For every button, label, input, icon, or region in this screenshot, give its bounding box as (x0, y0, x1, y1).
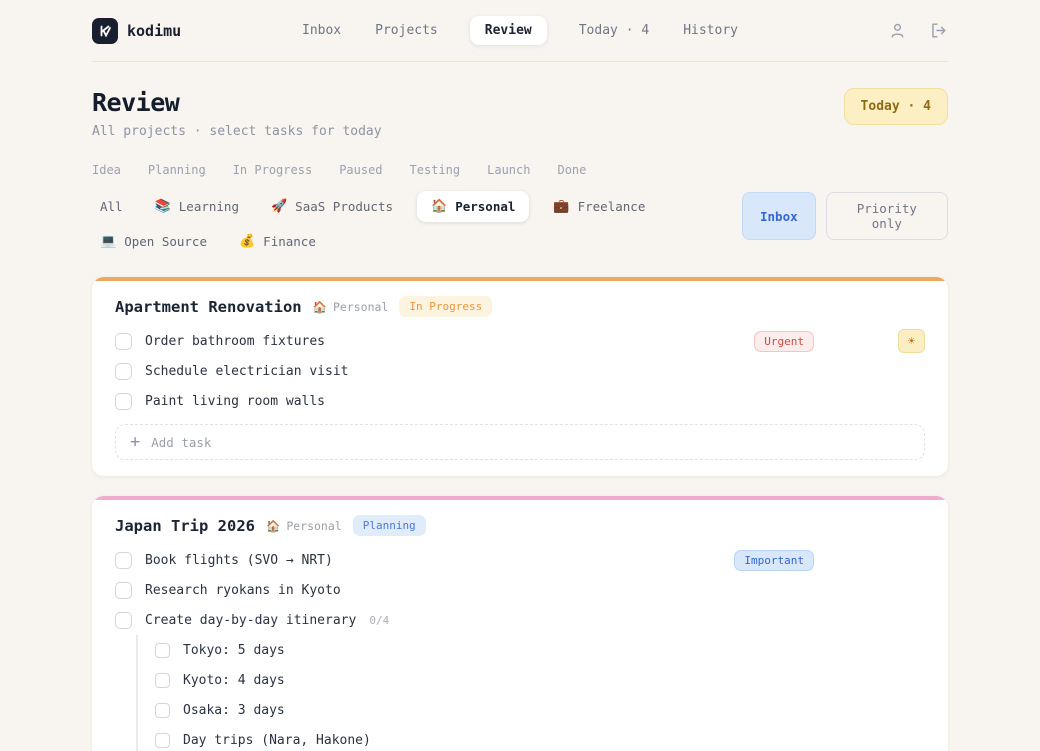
nav-item-projects[interactable]: Projects (373, 16, 440, 45)
task-checkbox[interactable] (115, 612, 132, 629)
task-checkbox[interactable] (115, 393, 132, 410)
moneybag-icon: 💰 (239, 234, 255, 249)
project-filter-learning[interactable]: 📚 Learning (147, 191, 247, 222)
review-page: Review All projects · select tasks for t… (92, 88, 948, 751)
subtask-checkbox[interactable] (155, 673, 170, 688)
page-title: Review (92, 88, 382, 117)
project-card-category: 🏠 Personal (266, 519, 342, 533)
task-row: Create day-by-day itinerary 0/4 (115, 605, 925, 635)
status-filter-in-progress[interactable]: In Progress (233, 163, 312, 177)
project-filter-freelance[interactable]: 💼 Freelance (545, 191, 653, 222)
project-card-japan-trip-2026: Japan Trip 2026 🏠 Personal Planning Book… (92, 496, 948, 751)
subtask-checkbox[interactable] (155, 643, 170, 658)
brand-name: kodimu (127, 22, 181, 40)
subtask-row: Day trips (Nara, Hakone) (155, 725, 925, 751)
today-count-button[interactable]: Today · 4 (844, 88, 948, 125)
project-card-apartment-renovation: Apartment Renovation 🏠 Personal In Progr… (92, 277, 948, 476)
task-row: Paint living room walls (115, 386, 925, 416)
topbar: kodimu Inbox Projects Review Today · 4 H… (0, 0, 1040, 62)
status-badge: In Progress (399, 296, 492, 317)
project-card-category: 🏠 Personal (313, 300, 389, 314)
subtask-row: Kyoto: 4 days (155, 665, 925, 695)
subtask-checkbox[interactable] (155, 733, 170, 748)
priority-badge-important: Important (734, 550, 814, 571)
add-to-today-button[interactable]: ☀ (898, 329, 925, 353)
status-filter-idea[interactable]: Idea (92, 163, 121, 177)
add-task-button[interactable]: + Add task (115, 424, 925, 460)
priority-only-toggle-button[interactable]: Priority only (826, 192, 948, 240)
task-checkbox[interactable] (115, 333, 132, 350)
subtask-counter: 0/4 (369, 614, 389, 627)
task-row: Schedule electrician visit (115, 356, 925, 386)
subtask-row: Osaka: 3 days (155, 695, 925, 725)
logo-check-icon (92, 18, 118, 44)
laptop-icon: 💻 (100, 234, 116, 249)
project-filter-personal[interactable]: 🏠 Personal (417, 191, 529, 222)
house-icon: 🏠 (266, 519, 280, 533)
rocket-icon: 🚀 (271, 199, 287, 214)
project-filter-open-source[interactable]: 💻 Open Source (92, 226, 215, 257)
user-icon[interactable] (888, 21, 907, 40)
app-logo: kodimu (92, 18, 282, 44)
status-filter-testing[interactable]: Testing (410, 163, 461, 177)
main-nav: Inbox Projects Review Today · 4 History (282, 16, 758, 45)
task-checkbox[interactable] (115, 552, 132, 569)
task-checkbox[interactable] (115, 363, 132, 380)
project-card-title: Apartment Renovation (115, 298, 302, 316)
project-card-title: Japan Trip 2026 (115, 517, 255, 535)
project-filter-all[interactable]: All (92, 191, 131, 222)
status-filter-bar: Idea Planning In Progress Paused Testing… (92, 163, 948, 177)
nav-item-today[interactable]: Today · 4 (577, 16, 651, 45)
subtask-group: Tokyo: 5 days Kyoto: 4 days Osaka: 3 day… (136, 635, 925, 751)
task-row: Order bathroom fixtures Urgent ☀ (115, 326, 925, 356)
house-icon: 🏠 (313, 300, 327, 314)
task-checkbox[interactable] (115, 582, 132, 599)
nav-item-inbox[interactable]: Inbox (300, 16, 343, 45)
nav-item-history[interactable]: History (681, 16, 740, 45)
subtask-checkbox[interactable] (155, 703, 170, 718)
status-badge: Planning (353, 515, 426, 536)
nav-item-review[interactable]: Review (470, 16, 547, 45)
task-row: Book flights (SVO → NRT) Important (115, 545, 925, 575)
task-row: Research ryokans in Kyoto (115, 575, 925, 605)
status-filter-planning[interactable]: Planning (148, 163, 206, 177)
inbox-toggle-button[interactable]: Inbox (742, 192, 816, 240)
books-icon: 📚 (155, 199, 171, 214)
project-filter-saas-products[interactable]: 🚀 SaaS Products (263, 191, 401, 222)
plus-icon: + (130, 432, 140, 452)
sun-icon: ☀ (908, 335, 915, 347)
project-filter-finance[interactable]: 💰 Finance (231, 226, 324, 257)
subtask-row: Tokyo: 5 days (155, 635, 925, 665)
status-filter-launch[interactable]: Launch (487, 163, 530, 177)
house-icon: 🏠 (431, 199, 447, 214)
page-subtitle: All projects · select tasks for today (92, 124, 382, 139)
project-filter-bar: All 📚 Learning 🚀 SaaS Products 🏠 Persona… (92, 191, 742, 257)
briefcase-icon: 💼 (553, 199, 569, 214)
priority-badge-urgent: Urgent (754, 331, 814, 352)
logout-icon[interactable] (929, 21, 948, 40)
status-filter-paused[interactable]: Paused (339, 163, 382, 177)
status-filter-done[interactable]: Done (557, 163, 586, 177)
